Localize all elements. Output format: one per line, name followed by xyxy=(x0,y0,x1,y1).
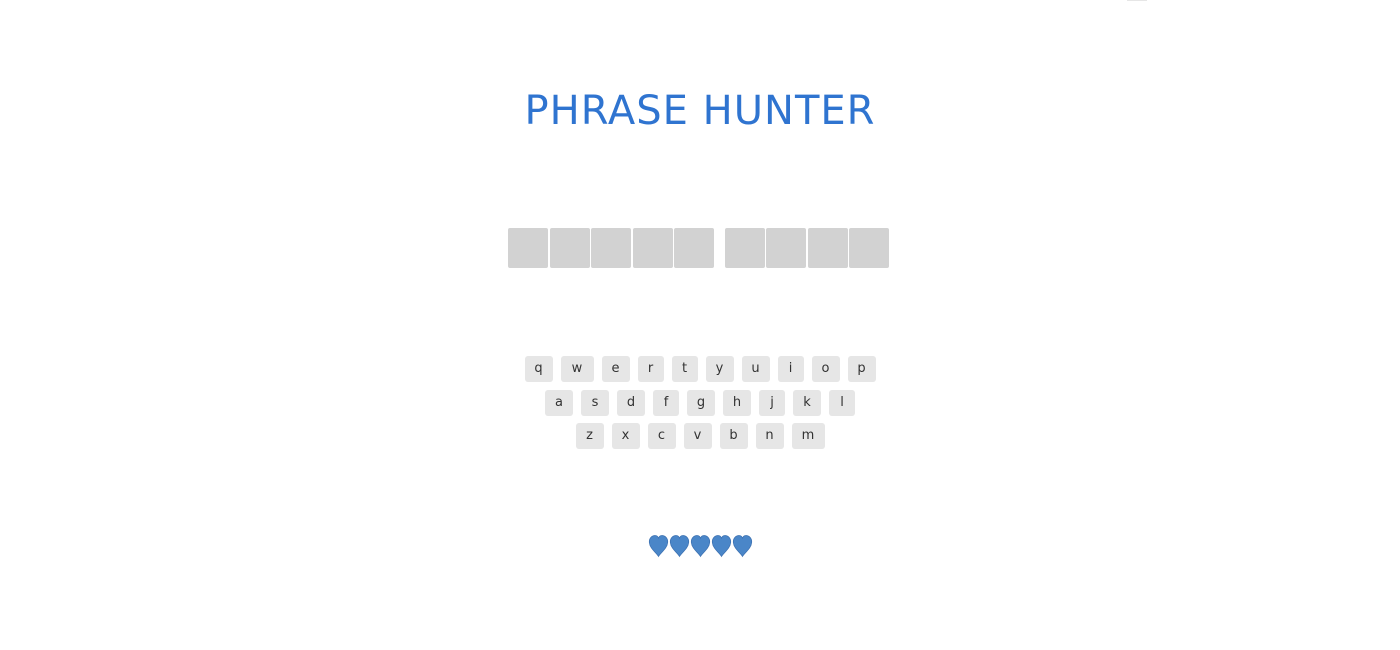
hidden-letter-tile xyxy=(591,228,631,268)
keyboard-row: qwertyuiop xyxy=(0,356,1400,382)
hidden-letter-tile xyxy=(674,228,714,268)
page: PHRASE HUNTER qwertyuiop asdfghjkl zxcvbnm xyxy=(0,0,1400,650)
heart-icon xyxy=(648,535,668,558)
lives-scoreboard xyxy=(0,534,1400,558)
heart-icon xyxy=(669,535,689,558)
key-q[interactable]: q xyxy=(524,356,553,382)
key-w[interactable]: w xyxy=(560,356,594,382)
heart-icon xyxy=(711,535,731,558)
onscreen-keyboard: qwertyuiop asdfghjkl zxcvbnm xyxy=(0,356,1400,457)
word-space xyxy=(716,228,725,268)
key-k[interactable]: k xyxy=(793,389,821,416)
key-v[interactable]: v xyxy=(683,423,712,449)
hidden-letter-tile xyxy=(724,228,765,268)
hidden-letter-tile xyxy=(766,228,806,268)
hidden-letter-tile xyxy=(632,228,673,268)
key-c[interactable]: c xyxy=(647,423,676,449)
key-t[interactable]: t xyxy=(671,356,698,382)
key-f[interactable]: f xyxy=(653,389,679,416)
hidden-letter-tile xyxy=(549,228,590,268)
key-z[interactable]: z xyxy=(575,423,604,449)
phrase-display xyxy=(508,228,891,268)
key-b[interactable]: b xyxy=(719,423,748,449)
key-e[interactable]: e xyxy=(601,356,630,382)
key-r[interactable]: r xyxy=(637,356,664,382)
hidden-letter-tile xyxy=(849,228,889,268)
hidden-letter-tile xyxy=(807,228,848,268)
key-a[interactable]: a xyxy=(545,389,573,416)
key-j[interactable]: j xyxy=(759,389,785,416)
keyboard-row: zxcvbnm xyxy=(0,423,1400,449)
top-edge-artifact xyxy=(1127,0,1147,1)
key-u[interactable]: u xyxy=(741,356,770,382)
page-title: PHRASE HUNTER xyxy=(524,88,876,134)
keyboard-row: asdfghjkl xyxy=(0,389,1400,416)
heart-icon xyxy=(732,535,752,558)
hidden-letter-tile xyxy=(508,228,548,268)
key-n[interactable]: n xyxy=(755,423,784,449)
key-p[interactable]: p xyxy=(847,356,876,382)
key-l[interactable]: l xyxy=(829,389,855,416)
key-o[interactable]: o xyxy=(811,356,840,382)
key-s[interactable]: s xyxy=(581,389,609,416)
heart-icon xyxy=(690,535,710,558)
key-h[interactable]: h xyxy=(723,389,751,416)
key-y[interactable]: y xyxy=(705,356,734,382)
key-x[interactable]: x xyxy=(611,423,640,449)
key-m[interactable]: m xyxy=(791,423,825,449)
key-i[interactable]: i xyxy=(777,356,804,382)
key-g[interactable]: g xyxy=(687,389,715,416)
key-d[interactable]: d xyxy=(617,389,645,416)
